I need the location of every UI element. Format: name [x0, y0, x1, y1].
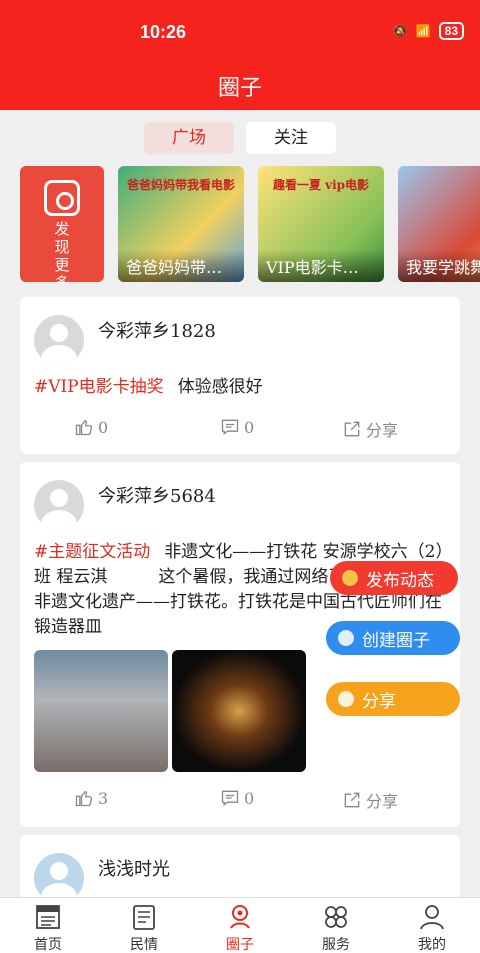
discover-more-button[interactable]: 发现更多 — [20, 166, 104, 284]
comment-count: 0 — [244, 417, 255, 437]
circle-card[interactable]: 爸爸妈妈带我看电影 爸爸妈妈带… — [118, 166, 244, 282]
circle-card[interactable]: 趣看一夏 vip电影 VIP电影卡… — [258, 166, 384, 282]
create-circle-button[interactable]: 创建圈子 — [326, 621, 460, 655]
avatar[interactable] — [34, 315, 84, 365]
card-caption: 爸爸妈妈带… — [118, 250, 244, 282]
post-image[interactable] — [172, 650, 306, 772]
card-banner: 趣看一夏 vip电影 — [272, 178, 370, 192]
post-topic-tag[interactable]: #主题征文活动 — [34, 542, 150, 562]
tab-follow[interactable]: 关注 — [246, 122, 336, 154]
comment-icon — [221, 419, 239, 435]
post-actions: 0 0 分享 — [20, 417, 460, 441]
comment-button[interactable]: 0 — [220, 417, 254, 437]
header: 圈子 — [0, 62, 480, 110]
comment-count: 0 — [244, 788, 255, 808]
post-image[interactable] — [34, 650, 168, 772]
edit-icon — [342, 570, 358, 586]
hexagon-icon — [44, 180, 80, 216]
card-caption: VIP电影卡… — [258, 250, 384, 282]
post-username[interactable]: 浅浅时光 — [98, 855, 170, 881]
post-card[interactable]: 今彩萍乡1828 #VIP电影卡抽奖 体验感很好 0 0 分享 — [20, 297, 460, 454]
like-button[interactable]: 3 — [74, 788, 108, 808]
tab-square[interactable]: 广场 — [144, 122, 234, 154]
bottom-nav: 首页 民情 圈子 服务 我的 — [0, 897, 480, 953]
share-icon — [344, 792, 360, 808]
post-card[interactable]: 浅浅时光 — [20, 835, 460, 905]
circle-icon — [230, 905, 250, 929]
thumbs-up-icon — [75, 419, 93, 436]
post-username[interactable]: 今彩萍乡1828 — [98, 317, 216, 343]
share-button[interactable]: 分享 — [342, 788, 398, 812]
like-button[interactable]: 0 — [74, 417, 108, 437]
share-icon — [338, 691, 354, 707]
nav-circle[interactable]: 圈子 — [210, 902, 270, 953]
nav-mine-label: 我的 — [418, 937, 446, 953]
plus-icon — [338, 630, 354, 646]
tab-bar: 广场 关注 — [144, 122, 336, 154]
share-label: 分享 — [366, 792, 399, 811]
nav-public-opinion-label: 民情 — [130, 937, 158, 953]
create-circle-label: 创建圈子 — [362, 630, 430, 651]
battery-icon: 83 — [438, 22, 464, 40]
like-count: 0 — [98, 417, 109, 437]
status-bar: 10:26 🔕 📶 83 — [0, 0, 480, 62]
post-actions: 3 0 分享 — [20, 788, 460, 812]
mute-icon: 🔕 — [392, 24, 408, 38]
avatar[interactable] — [34, 853, 84, 903]
news-icon — [36, 905, 60, 929]
wifi-icon: 📶 — [415, 24, 431, 38]
like-count: 3 — [98, 788, 109, 808]
user-icon — [420, 905, 444, 930]
circle-carousel: 发现更多 爸爸妈妈带我看电影 爸爸妈妈带… 趣看一夏 vip电影 VIP电影卡…… — [20, 166, 480, 284]
document-icon — [133, 905, 155, 930]
share-fab-label: 分享 — [362, 691, 396, 712]
discover-more-label: 发现更多 — [54, 220, 70, 284]
nav-public-opinion[interactable]: 民情 — [114, 902, 174, 953]
status-icons: 🔕 📶 83 — [393, 22, 464, 40]
circle-card[interactable]: 我要学跳舞 — [398, 166, 480, 282]
nav-circle-label: 圈子 — [226, 937, 254, 953]
publish-post-button[interactable]: 发布动态 — [330, 561, 458, 595]
grid-icon — [325, 906, 347, 928]
post-body: 体验感很好 — [177, 377, 263, 397]
nav-service[interactable]: 服务 — [306, 902, 366, 953]
page-title: 圈子 — [217, 76, 262, 101]
nav-home[interactable]: 首页 — [18, 902, 78, 953]
card-caption: 我要学跳舞 — [398, 250, 480, 282]
post-text: #VIP电影卡抽奖 体验感很好 — [34, 375, 452, 400]
share-button[interactable]: 分享 — [342, 417, 398, 441]
publish-post-label: 发布动态 — [366, 570, 434, 591]
card-banner: 爸爸妈妈带我看电影 — [126, 178, 235, 192]
status-time: 10:26 — [140, 22, 187, 42]
share-label: 分享 — [366, 421, 399, 440]
nav-service-label: 服务 — [322, 937, 350, 953]
avatar[interactable] — [34, 480, 84, 530]
share-icon — [344, 421, 360, 437]
nav-mine[interactable]: 我的 — [402, 902, 462, 953]
thumbs-up-icon — [75, 790, 93, 807]
post-username[interactable]: 今彩萍乡5684 — [98, 482, 216, 508]
comment-icon — [221, 790, 239, 806]
share-fab-button[interactable]: 分享 — [326, 682, 460, 716]
comment-button[interactable]: 0 — [220, 788, 254, 808]
nav-home-label: 首页 — [34, 937, 62, 953]
post-topic-tag[interactable]: #VIP电影卡抽奖 — [34, 377, 164, 397]
